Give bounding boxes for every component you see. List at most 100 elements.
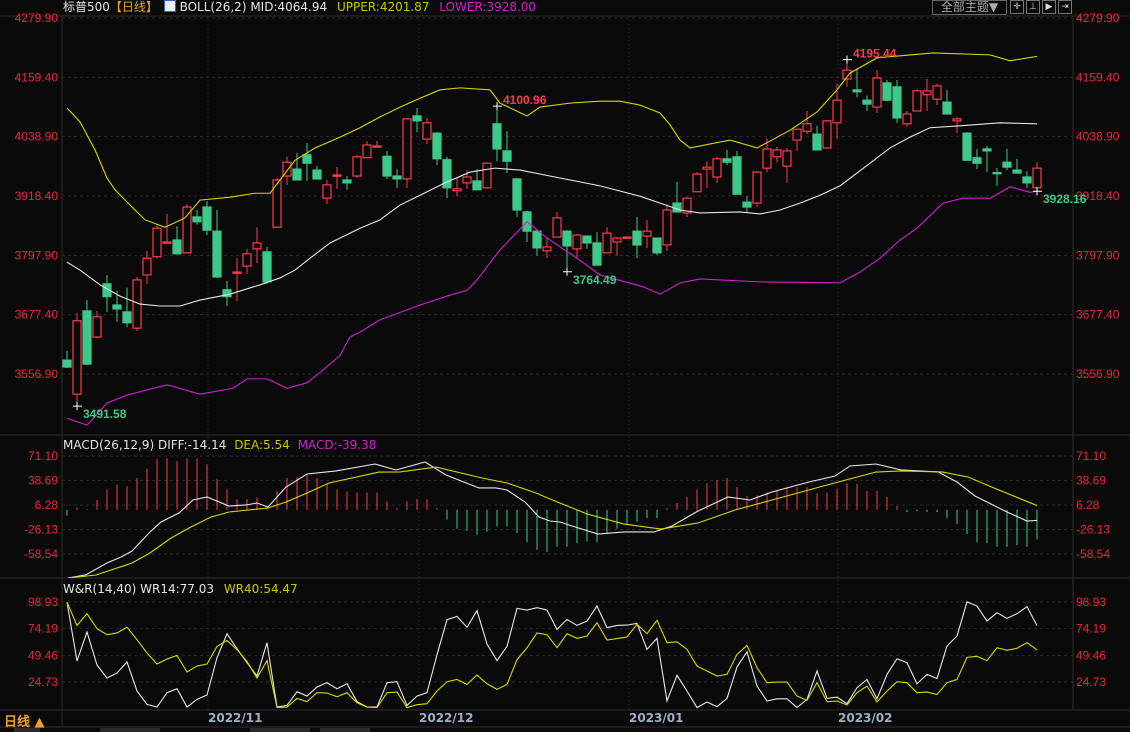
candle[interactable] xyxy=(822,119,832,149)
play-icon[interactable]: ▶ xyxy=(1042,0,1056,14)
candle[interactable] xyxy=(652,237,662,255)
candle[interactable] xyxy=(492,106,502,162)
candle[interactable] xyxy=(602,227,612,254)
move-right-icon[interactable]: ⇥ xyxy=(1058,0,1072,14)
candle[interactable] xyxy=(932,83,942,106)
candle[interactable] xyxy=(792,128,802,151)
candle[interactable] xyxy=(872,70,882,113)
candle[interactable] xyxy=(712,156,722,183)
bottom-tab[interactable] xyxy=(320,728,370,732)
candle[interactable] xyxy=(1002,148,1012,171)
candle[interactable] xyxy=(552,211,562,238)
candle[interactable] xyxy=(322,179,332,205)
range-icon[interactable]: ⊥ xyxy=(1026,0,1040,14)
candle[interactable] xyxy=(192,209,202,225)
candle[interactable] xyxy=(502,131,512,174)
candle[interactable] xyxy=(722,149,732,166)
candle[interactable] xyxy=(882,79,892,102)
candle[interactable] xyxy=(252,227,262,264)
candle[interactable] xyxy=(362,141,372,159)
candle[interactable] xyxy=(772,146,782,163)
bottom-tab[interactable] xyxy=(250,728,310,732)
candle[interactable] xyxy=(152,224,162,259)
candle[interactable] xyxy=(1022,171,1032,188)
candle[interactable] xyxy=(332,167,342,189)
candle[interactable] xyxy=(782,147,792,183)
candle[interactable] xyxy=(482,162,492,189)
candle[interactable] xyxy=(512,177,522,217)
candle[interactable] xyxy=(432,132,442,166)
candle[interactable] xyxy=(802,111,812,135)
candle[interactable] xyxy=(72,312,82,406)
candle[interactable] xyxy=(532,229,542,256)
candle[interactable] xyxy=(862,95,872,112)
candle[interactable] xyxy=(172,226,182,255)
candle[interactable] xyxy=(272,177,282,228)
candle[interactable] xyxy=(922,79,932,112)
candle[interactable] xyxy=(692,172,702,193)
candle[interactable] xyxy=(682,197,692,217)
candle[interactable] xyxy=(992,168,1002,186)
candle[interactable] xyxy=(622,236,632,239)
candle[interactable] xyxy=(912,88,922,112)
candle[interactable] xyxy=(392,169,402,188)
candle[interactable] xyxy=(412,108,422,133)
candle[interactable] xyxy=(112,290,122,322)
chart-canvas[interactable]: 4279.90 4279.90 4159.40 4159.40 4038.90 4038.… xyxy=(0,0,1130,732)
indicator-chart-icon[interactable] xyxy=(163,0,176,12)
candle[interactable] xyxy=(342,176,352,190)
candle[interactable] xyxy=(942,89,952,115)
candle[interactable] xyxy=(422,117,432,145)
candle[interactable] xyxy=(572,234,582,259)
candle[interactable] xyxy=(892,79,902,123)
bottom-tab[interactable] xyxy=(14,728,40,732)
candle[interactable] xyxy=(262,246,272,284)
candle[interactable] xyxy=(962,132,972,161)
theme-dropdown-button[interactable]: 全部主题▼ xyxy=(932,0,1007,15)
candle[interactable] xyxy=(352,154,362,178)
candle[interactable] xyxy=(972,148,982,170)
candle[interactable] xyxy=(642,219,652,248)
candle[interactable] xyxy=(632,216,642,259)
candle[interactable] xyxy=(952,116,962,134)
bottom-tab[interactable] xyxy=(100,728,160,732)
candle[interactable] xyxy=(902,111,912,127)
candle[interactable] xyxy=(452,177,462,197)
candle[interactable] xyxy=(662,204,672,251)
candle[interactable] xyxy=(202,201,212,236)
candle[interactable] xyxy=(372,141,382,148)
macd-indicator-name[interactable]: MACD(26,12,9) xyxy=(63,438,154,452)
candle[interactable] xyxy=(402,117,412,188)
candle[interactable] xyxy=(442,156,452,199)
candle[interactable] xyxy=(752,171,762,208)
crosshair-icon[interactable]: ✛ xyxy=(1010,0,1024,14)
candle[interactable] xyxy=(242,248,252,274)
candle[interactable] xyxy=(102,274,112,312)
candle[interactable] xyxy=(982,145,992,173)
boll-indicator-name[interactable]: BOLL(26,2) xyxy=(180,0,247,14)
candle[interactable] xyxy=(522,210,532,242)
candle[interactable] xyxy=(592,232,602,266)
candle[interactable] xyxy=(122,287,132,328)
candle[interactable] xyxy=(582,235,592,249)
candle[interactable] xyxy=(742,196,752,213)
candle[interactable] xyxy=(302,143,312,181)
candle[interactable] xyxy=(312,166,322,180)
candle[interactable] xyxy=(472,169,482,191)
candle[interactable] xyxy=(612,237,622,256)
candle[interactable] xyxy=(142,250,152,284)
candle[interactable] xyxy=(732,150,742,195)
wr-indicator-name[interactable]: W&R(14,40) xyxy=(63,582,136,596)
candle[interactable] xyxy=(1032,162,1042,192)
candle[interactable] xyxy=(852,68,862,98)
candle[interactable] xyxy=(82,300,92,366)
candle[interactable] xyxy=(812,125,822,151)
candle[interactable] xyxy=(62,350,72,369)
candle[interactable] xyxy=(162,213,172,244)
candle[interactable] xyxy=(232,258,242,302)
candle[interactable] xyxy=(702,161,712,188)
candle[interactable] xyxy=(1012,158,1022,174)
candle[interactable] xyxy=(222,280,232,307)
candle[interactable] xyxy=(382,150,392,179)
candle[interactable] xyxy=(212,209,222,278)
